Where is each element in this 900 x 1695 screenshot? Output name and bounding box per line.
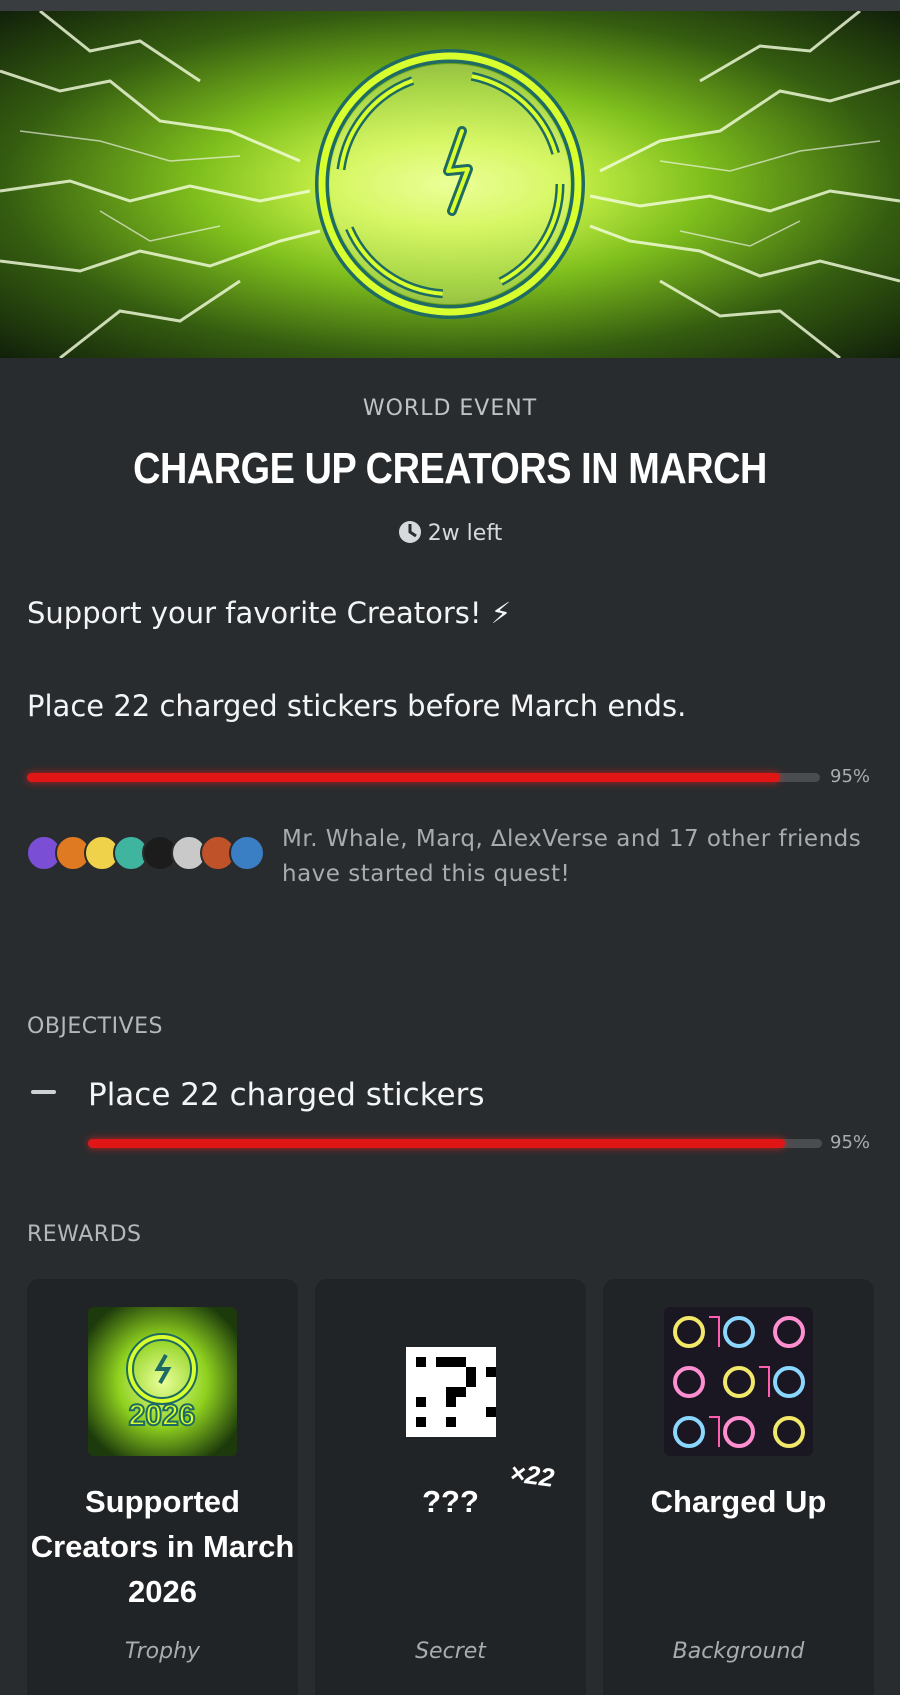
event-progress-bar	[27, 773, 820, 782]
time-left-text: 2w left	[427, 521, 503, 546]
objective-progress-fill	[88, 1139, 786, 1148]
friends-started-text: Mr. Whale, Marq, ∆lexVerse and 17 other …	[282, 826, 862, 887]
time-remaining: 2w left	[0, 520, 900, 546]
reward-card-trophy[interactable]: 2026 Supported Creators in March 2026 Tr…	[27, 1279, 298, 1695]
event-progress-fill	[27, 773, 781, 782]
event-progress-percent: 95%	[830, 766, 871, 787]
reward-card-background[interactable]: Charged Up Background	[603, 1279, 874, 1695]
reward-type: Background	[672, 1639, 805, 1664]
status-bar	[0, 0, 900, 11]
event-type-label: WORLD EVENT	[362, 396, 538, 421]
objective-progress-percent: 95%	[830, 1132, 871, 1153]
event-banner	[0, 11, 900, 358]
trophy-image: 2026	[88, 1307, 237, 1456]
objective-text: Place 22 charged stickers	[88, 1077, 485, 1113]
trophy-badge-text: 2026	[129, 1399, 196, 1432]
reward-name: Supported Creators in March 2026	[30, 1484, 295, 1609]
reward-name: Charged Up	[650, 1484, 827, 1519]
reward-type: Secret	[415, 1639, 486, 1664]
mystery-icon	[376, 1307, 525, 1456]
event-title: CHARGE UP CREATORS IN MARCH	[133, 444, 767, 493]
friend-avatar	[229, 835, 265, 871]
reward-quantity-badge: ×22	[508, 1457, 557, 1493]
background-pattern-image	[664, 1307, 813, 1456]
rewards-heading: REWARDS	[27, 1222, 142, 1247]
reward-type: Trophy	[124, 1639, 201, 1664]
lightning-orb-icon	[0, 11, 900, 358]
objective-status-icon	[31, 1090, 56, 1094]
event-description: Support your favorite Creators! ⚡	[27, 596, 512, 630]
clock-icon	[398, 521, 421, 543]
event-goal-text: Place 22 charged stickers before March e…	[27, 689, 687, 723]
objective-progress-bar	[88, 1139, 822, 1148]
objectives-heading: OBJECTIVES	[27, 1014, 164, 1039]
